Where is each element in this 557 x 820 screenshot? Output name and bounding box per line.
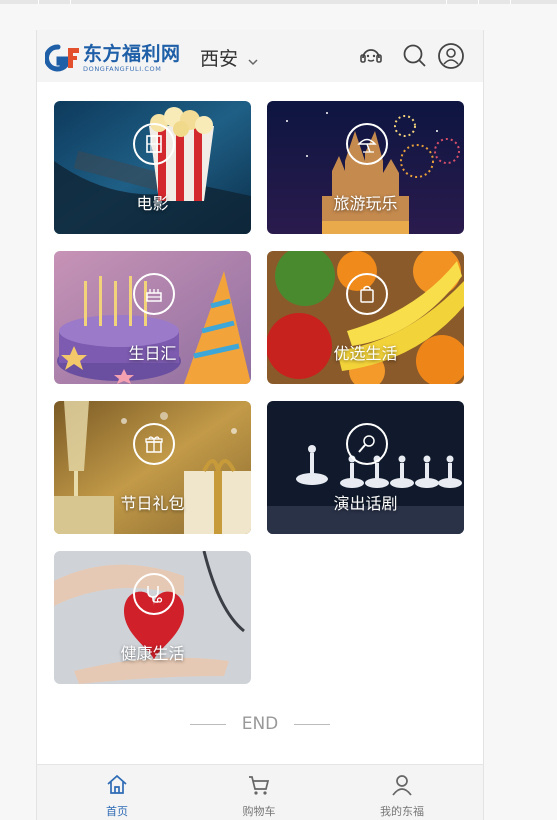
logo-subtext: DONGFANGFULI.COM [83,65,162,73]
microphone-icon [345,423,388,465]
logo-text: 东方福利网 [83,43,181,65]
search-icon[interactable] [401,42,429,70]
end-text: END [241,714,279,734]
shopping-bag-icon [345,273,388,315]
category-card-travel[interactable]: 旅游玩乐 [267,101,464,234]
ballet-background-image [267,401,464,534]
category-label: 健康生活 [120,644,185,663]
category-label: 演出话剧 [333,494,398,513]
category-card-performance[interactable]: 演出话剧 [267,401,464,534]
travel-background-image [267,101,464,234]
birthday-background-image [54,251,251,384]
category-card-gift[interactable]: 节日礼包 [54,401,251,534]
end-divider-left [189,723,226,725]
city-name: 西安 [200,48,239,70]
user-icon [392,775,412,796]
category-label: 生日汇 [128,344,177,363]
category-label: 优选生活 [333,344,398,363]
cake-icon [132,273,175,315]
top-browser-strip [0,0,557,4]
category-label: 旅游玩乐 [333,194,398,213]
cart-icon [249,776,270,795]
stethoscope-icon [132,573,175,615]
tab-cart[interactable]: 购物车 [199,773,319,819]
tab-label: 购物车 [242,805,276,818]
bottom-tab-bar: 首页 购物车 我的东福 [37,764,483,820]
account-icon[interactable] [437,42,465,70]
end-divider-right [294,723,331,725]
tab-label: 我的东福 [380,805,424,818]
tab-label: 首页 [106,805,128,818]
tab-profile[interactable]: 我的东福 [342,773,462,819]
gift-icon [132,423,175,465]
beach-umbrella-icon [345,123,388,165]
category-card-movie[interactable]: 电影 [54,101,251,234]
logo-mark-icon [45,44,79,72]
category-card-life[interactable]: 优选生活 [267,251,464,384]
city-selector[interactable]: 西安 [200,44,258,71]
home-icon [107,774,127,794]
film-icon [132,123,175,165]
end-marker: END [37,714,483,734]
site-logo[interactable]: 东方福利网 DONGFANGFULI.COM [45,42,193,73]
category-label: 电影 [136,194,169,213]
tab-home[interactable]: 首页 [57,773,177,819]
health-background-image [54,551,251,684]
category-label: 节日礼包 [120,494,185,513]
gift-background-image [54,401,251,534]
fruit-background-image [267,251,464,384]
category-card-birthday[interactable]: 生日汇 [54,251,251,384]
mobile-page: 东方福利网 DONGFANGFULI.COM 西安 电影 旅游玩乐 生日汇 优选… [36,30,484,820]
customer-service-icon[interactable] [357,42,385,70]
movie-background-image [54,101,251,234]
header-bar: 东方福利网 DONGFANGFULI.COM 西安 [37,30,483,82]
chevron-down-icon [248,49,258,71]
category-card-health[interactable]: 健康生活 [54,551,251,684]
